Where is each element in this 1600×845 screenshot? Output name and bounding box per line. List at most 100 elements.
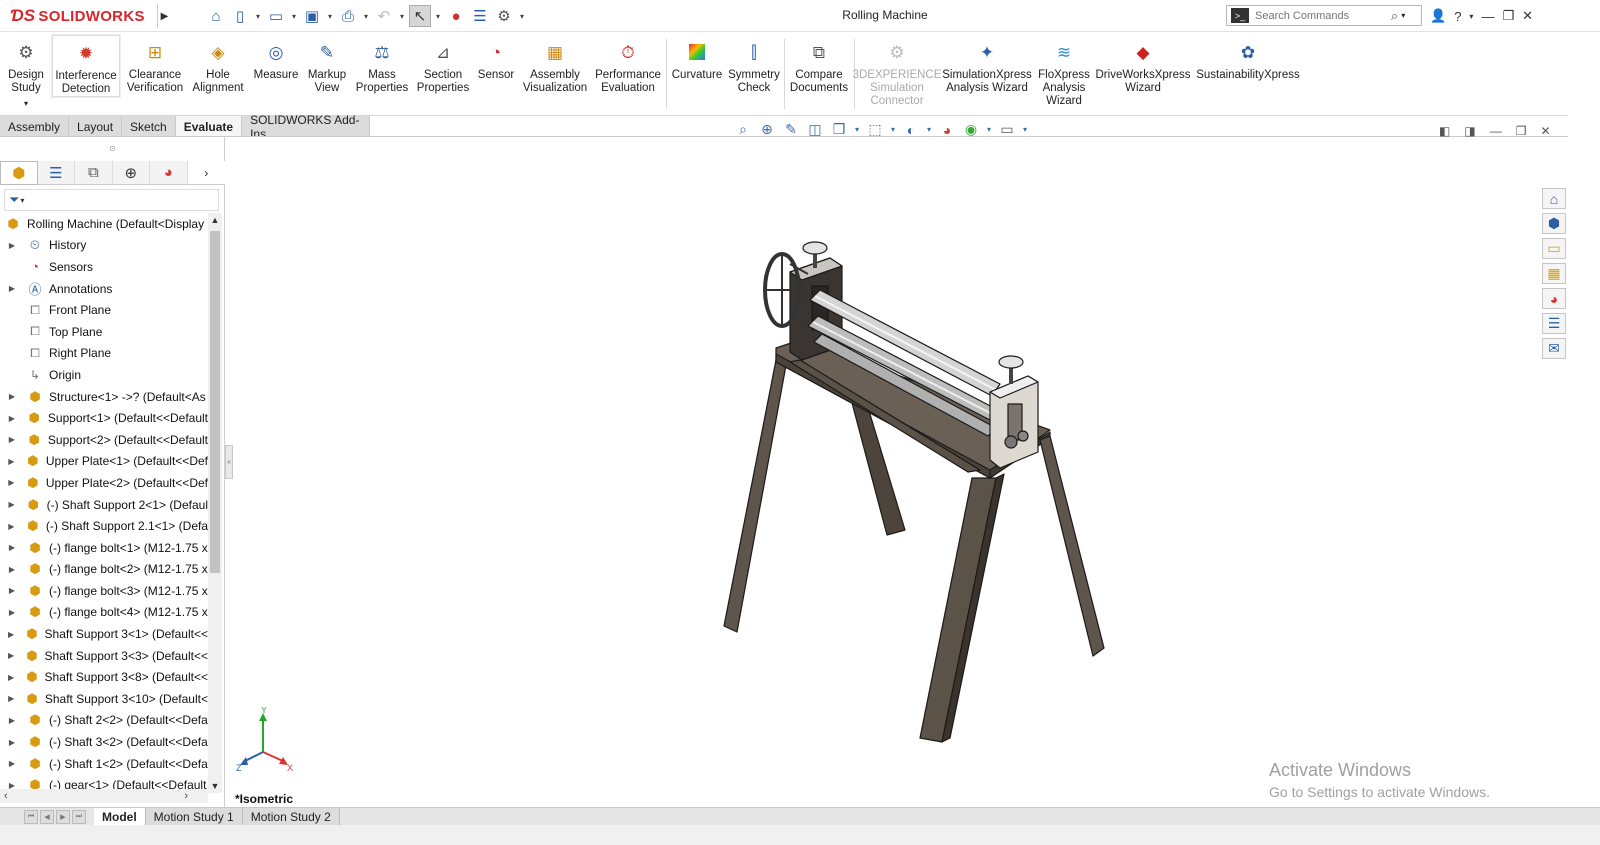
new-document-icon[interactable]: ▯ bbox=[229, 5, 251, 27]
appearances-scenes-icon[interactable]: ◕ bbox=[1542, 288, 1566, 309]
open-dropdown-icon[interactable]: ▾ bbox=[289, 5, 299, 27]
minimize-icon[interactable]: — bbox=[1481, 9, 1494, 24]
graphics-area[interactable]: ⌕ ⊕ ✎ ◫ ❒ ▾ ⬚ ▾ ◐ ▾ ◕ ◉ ▾ ▭ ▾ ◧ ◨ — ❐ ✕ bbox=[233, 121, 1568, 807]
file-properties-icon[interactable]: ☰ bbox=[469, 5, 491, 27]
tab-motion-study-1[interactable]: Motion Study 1 bbox=[145, 807, 243, 826]
expand-arrow-icon[interactable]: ▶ bbox=[6, 435, 18, 444]
undo-dropdown-icon[interactable]: ▾ bbox=[397, 5, 407, 27]
curvature-button[interactable]: Curvature bbox=[670, 37, 724, 82]
scroll-down-icon[interactable]: ▼ bbox=[208, 779, 222, 793]
expand-arrow-icon[interactable]: ▶ bbox=[6, 630, 16, 639]
tab-assembly[interactable]: Assembly bbox=[0, 116, 70, 137]
help-icon[interactable]: ? bbox=[1454, 9, 1461, 24]
undo-icon[interactable]: ↶ bbox=[373, 5, 395, 27]
user-icon[interactable]: 👤 bbox=[1430, 8, 1446, 24]
expand-arrow-icon[interactable]: ▶ bbox=[6, 565, 18, 574]
symmetry-check-button[interactable]: ⫿ Symmetry Check bbox=[728, 37, 780, 95]
tree-item-component[interactable]: ▶ ⬢ (-) flange bolt<1> (M12-1.75 x bbox=[0, 537, 208, 559]
assembly-visualization-button[interactable]: ▦ Assembly Visualization bbox=[520, 37, 590, 95]
tree-item-right-plane[interactable]: ⧠ Right Plane bbox=[0, 343, 208, 365]
display-style-icon[interactable]: ◐ bbox=[901, 122, 921, 138]
tree-item-component[interactable]: ▶ ⬢ Shaft Support 3<10> (Default< bbox=[0, 688, 208, 710]
print-icon[interactable]: ⎙ bbox=[337, 5, 359, 27]
chevron-down-icon[interactable]: ▾ bbox=[853, 125, 861, 134]
expand-arrow-icon[interactable]: ▶ bbox=[6, 651, 16, 660]
propertymanager-tab-icon[interactable]: ☰ bbox=[37, 161, 76, 185]
scroll-left-icon[interactable]: ‹ bbox=[4, 790, 8, 802]
home-icon[interactable]: ⌂ bbox=[205, 5, 227, 27]
view-palette-icon[interactable]: ▦ bbox=[1542, 263, 1566, 284]
section-view-icon[interactable]: ◫ bbox=[805, 121, 825, 138]
viewport-right-icon[interactable]: ◨ bbox=[1464, 124, 1475, 138]
expand-arrow-icon[interactable]: ▶ bbox=[6, 478, 17, 487]
tree-horizontal-scrollbar[interactable]: ‹ › bbox=[0, 789, 208, 803]
performance-evaluation-button[interactable]: ⏱ Performance Evaluation bbox=[594, 37, 662, 95]
featuremanager-tab-icon[interactable]: ⬢ bbox=[0, 161, 38, 185]
tree-item-component[interactable]: ▶ ⬢ (-) Shaft Support 2.1<1> (Defa bbox=[0, 515, 208, 537]
search-icon[interactable]: ⌕ bbox=[1391, 8, 1398, 24]
design-study-button[interactable]: ⚙ Design Study ▾ bbox=[4, 37, 48, 110]
expand-arrow-icon[interactable]: ▶ bbox=[6, 500, 17, 509]
3dexperience-simulation-connector-button[interactable]: ⚙ 3DEXPERIENCE Simulation Connector bbox=[853, 37, 942, 108]
expand-arrow-icon[interactable]: ▶ bbox=[6, 522, 17, 531]
appearance-icon[interactable]: ◕ bbox=[937, 122, 957, 138]
tree-item-component[interactable]: ▶ ⬢ (-) flange bolt<2> (M12-1.75 x bbox=[0, 559, 208, 581]
zoom-to-fit-icon[interactable]: ⌕ bbox=[733, 121, 753, 138]
prev-tab-icon[interactable]: ◀ bbox=[40, 809, 54, 824]
tree-item-annotations[interactable]: ▶ Ⓐ Annotations bbox=[0, 278, 208, 300]
configurationmanager-tab-icon[interactable]: ⧉ bbox=[75, 161, 113, 185]
tree-item-component[interactable]: ▶ ⬢ Shaft Support 3<8> (Default<< bbox=[0, 666, 208, 688]
expand-arrow-icon[interactable]: ▶ bbox=[6, 392, 18, 401]
tree-item-component[interactable]: ▶ ⬢ Upper Plate<2> (Default<<Def bbox=[0, 472, 208, 494]
panel-more-chevron-icon[interactable]: › bbox=[187, 161, 225, 185]
compare-documents-button[interactable]: ⧉ Compare Documents bbox=[788, 37, 850, 95]
expand-arrow-icon[interactable]: ▶ bbox=[6, 414, 18, 423]
tree-item-component[interactable]: ▶ ⬢ Support<2> (Default<<Default bbox=[0, 429, 208, 451]
view-settings-monitor-icon[interactable]: ▭ bbox=[997, 121, 1017, 138]
panel-splitter-handle[interactable]: « bbox=[225, 445, 233, 479]
view-orientation-icon[interactable]: ⬚ bbox=[865, 121, 885, 138]
panel-grip-icon[interactable]: ⊙ bbox=[0, 137, 225, 159]
design-library-icon[interactable]: ⬢ bbox=[1542, 213, 1566, 234]
viewport-minimize-icon[interactable]: — bbox=[1490, 124, 1502, 138]
dynamic-annotation-views-icon[interactable]: ❒ bbox=[829, 121, 849, 138]
file-explorer-folder-icon[interactable]: ▭ bbox=[1542, 238, 1566, 259]
chevron-down-icon[interactable]: ▾ bbox=[1021, 125, 1029, 134]
tree-item-component[interactable]: ▶ ⬢ (-) Shaft 1<2> (Default<<Defa bbox=[0, 753, 208, 775]
solidworks-resources-home-icon[interactable]: ⌂ bbox=[1542, 188, 1566, 209]
tree-item-front-plane[interactable]: ⧠ Front Plane bbox=[0, 299, 208, 321]
tree-item-component[interactable]: ▶ ⬢ Shaft Support 3<3> (Default<< bbox=[0, 645, 208, 667]
expand-arrow-icon[interactable]: ▶ bbox=[6, 586, 18, 595]
tree-root[interactable]: ⬢ Rolling Machine (Default<Display bbox=[0, 213, 208, 235]
options-dropdown-icon[interactable]: ▾ bbox=[517, 5, 527, 27]
tab-model[interactable]: Model bbox=[94, 807, 146, 826]
tree-item-component[interactable]: ▶ ⬢ Structure<1> ->? (Default<As bbox=[0, 386, 208, 408]
tree-item-history[interactable]: ▶ ⏲ History bbox=[0, 235, 208, 257]
expand-arrow-icon[interactable]: ▶ bbox=[6, 241, 18, 250]
chevron-down-icon[interactable]: ▾ bbox=[889, 125, 897, 134]
solidworks-logo[interactable]: ƊS SOLIDWORKS bbox=[10, 4, 145, 28]
rolling-machine-model[interactable] bbox=[233, 137, 1568, 807]
open-folder-icon[interactable]: ▭ bbox=[265, 5, 287, 27]
scroll-up-icon[interactable]: ▲ bbox=[208, 213, 222, 227]
save-dropdown-icon[interactable]: ▾ bbox=[325, 5, 335, 27]
sustainabilityxpress-button[interactable]: ✿ SustainabilityXpress bbox=[1196, 37, 1300, 82]
viewport-close-icon[interactable]: ✕ bbox=[1540, 124, 1550, 138]
search-input[interactable] bbox=[1249, 9, 1389, 22]
tree-vertical-scrollbar[interactable]: ▲ ▼ bbox=[208, 213, 222, 793]
chevron-down-icon[interactable]: ▾ bbox=[925, 125, 933, 134]
tree-item-origin[interactable]: ↳ Origin bbox=[0, 364, 208, 386]
dimxpert-tab-icon[interactable]: ⊕ bbox=[112, 161, 151, 185]
tab-sketch[interactable]: Sketch bbox=[122, 116, 176, 137]
tree-item-component[interactable]: ▶ ⬢ (-) Shaft Support 2<1> (Defaul bbox=[0, 494, 208, 516]
expand-arrow-icon[interactable]: ▶ bbox=[6, 738, 18, 747]
last-tab-icon[interactable]: ⏭ bbox=[72, 809, 86, 824]
select-pointer-icon[interactable]: ↖ bbox=[409, 5, 431, 27]
clearance-verification-button[interactable]: ⊞ Clearance Verification bbox=[124, 37, 186, 95]
tab-solidworks-add-ins[interactable]: SOLIDWORKS Add-Ins bbox=[242, 113, 370, 141]
search-dropdown-icon[interactable]: ▾ bbox=[1401, 11, 1405, 20]
driveworksxpress-button[interactable]: ◆ DriveWorksXpress Wizard bbox=[1094, 37, 1192, 95]
options-gear-icon[interactable]: ⚙ bbox=[493, 5, 515, 27]
help-dropdown-icon[interactable]: ▾ bbox=[1469, 12, 1473, 21]
save-icon[interactable]: ▣ bbox=[301, 5, 323, 27]
